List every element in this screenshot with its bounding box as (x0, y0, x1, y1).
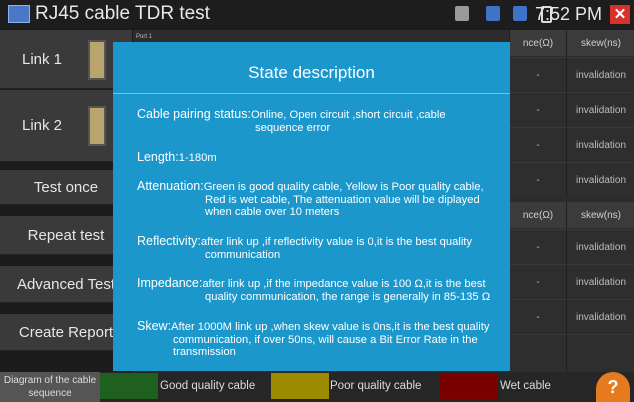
description-item: Cable pairing status:Online, Open circui… (137, 108, 499, 134)
table-cell (509, 334, 566, 372)
description-item: Reflectivity:after link up ,if reflectiv… (137, 235, 499, 261)
sidebar-item-label: Link 2 (22, 117, 63, 134)
table-header-skew: skew(ns) (566, 202, 634, 228)
item-label: Attenuation: (137, 179, 204, 193)
table-cell: invalidation (566, 264, 634, 299)
port-label: Port 1 (136, 34, 153, 40)
sd-card-icon (455, 6, 469, 21)
table-cell (566, 334, 634, 372)
status-bar: RJ45 cable TDR test 7:52 PM ✕ (0, 0, 634, 28)
item-text-cont: quality communication, the range is gene… (205, 290, 491, 303)
create-report-label: Create Report (18, 323, 114, 341)
app-icon (8, 5, 30, 23)
table-header-impedance: nce(Ω) (509, 30, 566, 56)
rj45-port-icon (88, 106, 106, 146)
dialog-divider (113, 93, 510, 94)
rj45-port-icon (88, 40, 106, 80)
item-text: After 1000M link up ,when skew value is … (171, 321, 490, 333)
item-label: Skew: (137, 319, 172, 333)
description-item: Length:1-180m (137, 151, 499, 165)
item-text: Online, Open circuit ,short circuit ,cab… (250, 109, 446, 121)
item-label: Reflectivity: (137, 234, 201, 248)
usb-icon (513, 6, 527, 21)
table-cell: - (509, 229, 566, 264)
table-cell: - (509, 299, 566, 334)
item-text-cont: Red is wet cable, The attenuation value … (205, 193, 480, 219)
close-icon[interactable]: ✕ (610, 5, 630, 24)
table-cell: - (509, 92, 566, 127)
good-quality-swatch (100, 373, 158, 399)
table-cell: invalidation (566, 92, 634, 127)
item-text-cont: communication (205, 248, 281, 261)
help-icon[interactable]: ? (596, 372, 630, 402)
wet-cable-swatch (440, 373, 498, 399)
poor-quality-swatch (271, 373, 329, 399)
table-cell: invalidation (566, 299, 634, 334)
item-label: Impedance: (137, 276, 203, 290)
table-header-impedance: nce(Ω) (509, 202, 566, 228)
item-text: Green is good quality cable, Yellow is P… (203, 181, 484, 193)
table-cell: - (509, 57, 566, 92)
wet-cable-label: Wet cable (500, 380, 551, 392)
item-text-cont: sequence error (255, 121, 331, 134)
network-icon (486, 6, 500, 21)
repeat-test-label: Repeat test (27, 226, 105, 244)
table-cell: - (509, 264, 566, 299)
clock: 7:52 PM (534, 4, 602, 24)
table-cell: - (509, 162, 566, 197)
item-text-cont: communication, if over 50ns, will cause … (173, 333, 478, 359)
item-text: 1-180m (178, 152, 217, 164)
table-header-skew: skew(ns) (566, 30, 634, 56)
poor-quality-label: Poor quality cable (330, 380, 422, 392)
sidebar-item-label: Link 1 (22, 50, 63, 68)
description-item: Skew:After 1000M link up ,when skew valu… (137, 320, 499, 359)
good-quality-label: Good quality cable (160, 380, 256, 392)
item-label: Cable pairing status: (137, 107, 251, 121)
item-text: after link up ,if reflectivity value is … (200, 236, 473, 248)
legend-bar: Diagram of the cable sequence Good quali… (0, 372, 634, 402)
advanced-test-label: Advanced Test (16, 275, 116, 293)
description-item: Impedance:after link up ,if the impedanc… (137, 277, 499, 303)
table-cell: invalidation (566, 229, 634, 264)
diagram-of-cable-sequence-button[interactable]: Diagram of the cable sequence (0, 372, 100, 402)
item-label: Length: (137, 150, 179, 164)
dialog-title: State description (248, 63, 375, 82)
state-description-dialog[interactable]: State description Cable pairing status:O… (113, 42, 510, 371)
table-cell: invalidation (566, 57, 634, 92)
description-item: Attenuation:Green is good quality cable,… (137, 180, 499, 219)
test-once-label: Test once (33, 178, 99, 196)
table-cell: - (509, 127, 566, 162)
table-cell: invalidation (566, 162, 634, 197)
item-text: after link up ,if the impedance value is… (202, 278, 486, 290)
window-title: RJ45 cable TDR test (35, 3, 210, 24)
table-cell: invalidation (566, 127, 634, 162)
